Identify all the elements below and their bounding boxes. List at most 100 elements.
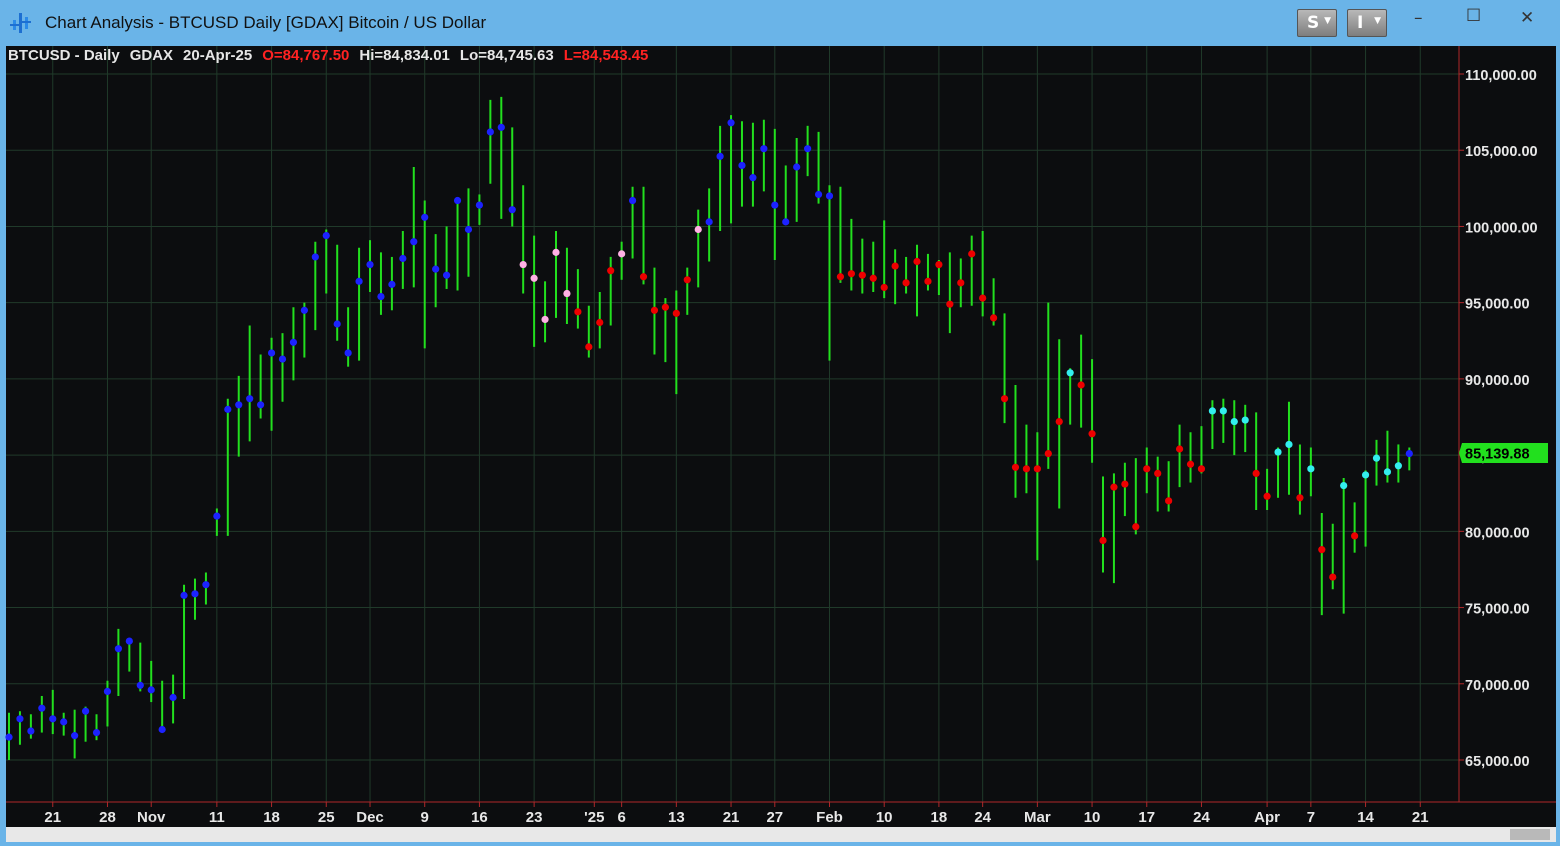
close-dot-blue — [410, 238, 418, 246]
close-dot-red — [902, 279, 910, 287]
close-dot-pink — [519, 260, 527, 269]
close-dot-cyan — [1383, 468, 1392, 476]
x-tick-label: 7 — [1307, 809, 1315, 826]
close-dot-red — [1197, 465, 1206, 473]
close-dot-blue — [464, 225, 473, 234]
close-dot-pink — [618, 250, 626, 258]
close-dot-red — [1296, 494, 1304, 502]
close-dot-blue — [202, 581, 210, 589]
close-dot-red — [585, 343, 593, 351]
last-value: L=84,543.45 — [563, 47, 649, 64]
close-dot-red — [1351, 532, 1359, 540]
close-dot-red — [1000, 395, 1009, 403]
close-dot-blue — [399, 254, 407, 263]
close-dot-red — [1175, 445, 1184, 453]
close-dot-blue — [60, 718, 68, 726]
close-dot-red — [880, 283, 888, 292]
close-dot-blue — [38, 704, 46, 712]
close-dot-red — [1099, 536, 1107, 545]
close-dot-red — [1186, 460, 1195, 468]
close-dot-blue — [5, 733, 13, 741]
close-dot-blue — [738, 161, 746, 170]
close-dot-blue — [311, 253, 319, 261]
x-tick-label: 11 — [209, 809, 225, 826]
close-dot-blue — [782, 218, 790, 226]
close-dot-red — [1055, 417, 1063, 426]
close-dot-red — [968, 250, 976, 258]
close-dot-red — [672, 309, 680, 317]
close-dot-blue — [125, 637, 133, 645]
x-tick-label: Nov — [137, 809, 166, 826]
close-dot-red — [979, 294, 987, 302]
close-dot-blue — [716, 152, 724, 160]
x-tick-label: 23 — [526, 809, 543, 826]
close-dot-blue — [508, 206, 516, 214]
close-dot-blue — [322, 231, 330, 240]
close-dot-blue — [246, 395, 254, 403]
close-dot-blue — [344, 349, 352, 357]
close-dot-blue — [213, 512, 221, 520]
close-dot-blue — [497, 123, 505, 131]
x-tick-label: Apr — [1254, 809, 1280, 826]
open-value: O=84,767.50 — [262, 47, 350, 64]
close-dot-red — [607, 267, 615, 275]
close-dot-red — [574, 308, 582, 316]
close-dot-blue — [705, 218, 713, 226]
scrollbar-thumb[interactable] — [1510, 829, 1550, 840]
close-dot-blue — [825, 192, 834, 200]
close-dot-red — [1263, 492, 1271, 500]
x-tick-label: 24 — [1193, 809, 1210, 826]
x-tick-label: 10 — [876, 809, 893, 826]
y-tick-label: 80,000.00 — [1465, 525, 1530, 541]
close-dot-red — [1154, 469, 1162, 478]
horizontal-scrollbar[interactable] — [6, 827, 1556, 842]
x-tick-label: 16 — [471, 809, 488, 826]
close-dot-blue — [453, 196, 462, 205]
close-dot-red — [1252, 469, 1260, 478]
x-tick-label: 28 — [99, 809, 116, 826]
x-axis: 21 28 Nov 11 18 25 Dec 9 16 23 '25 6 13 21 27 Feb 10 18 24… — [44, 802, 1429, 826]
close-dot-blue — [333, 320, 341, 328]
x-tick-label: Dec — [356, 809, 384, 826]
close-dot-red — [650, 306, 659, 314]
close-dot-blue — [235, 401, 243, 409]
close-dot-red — [1077, 381, 1085, 389]
price-chart[interactable]: 65,000.0070,000.0075,000.0080,000.0085,0… — [0, 0, 1560, 846]
close-dot-blue — [16, 715, 24, 723]
close-dot-blue — [71, 732, 79, 740]
close-dot-blue — [377, 292, 385, 301]
close-dot-red — [990, 314, 998, 322]
close-dot-red — [1110, 483, 1118, 491]
close-dot-blue — [278, 355, 287, 363]
low-value: Lo=84,745.63 — [459, 47, 554, 64]
close-dot-blue — [771, 201, 779, 209]
close-dot-pink — [552, 248, 560, 256]
close-dot-pink — [694, 225, 702, 234]
close-dot-blue — [814, 190, 823, 199]
close-dot-blue — [727, 119, 735, 127]
y-tick-label: 90,000.00 — [1465, 373, 1530, 389]
close-dot-blue — [289, 338, 298, 346]
close-dot-blue — [169, 693, 177, 702]
grid-lines — [6, 46, 1459, 802]
date-label: 20-Apr-25 — [183, 47, 253, 64]
x-tick-label: '25 — [584, 809, 604, 826]
y-tick-label: 95,000.00 — [1465, 297, 1530, 313]
close-dot-blue — [749, 174, 757, 182]
y-tick-label: 110,000.00 — [1465, 68, 1537, 84]
x-tick-label: 25 — [318, 809, 335, 826]
close-dot-blue — [147, 686, 155, 694]
close-dot-red — [836, 273, 845, 281]
close-dot-blue — [27, 727, 35, 735]
close-dot-red — [935, 260, 943, 269]
x-tick-label: Feb — [816, 809, 843, 826]
x-tick-label: 14 — [1357, 809, 1374, 826]
high-value: Hi=84,834.01 — [359, 47, 450, 64]
close-dot-blue — [191, 590, 199, 598]
close-dot-blue — [760, 145, 768, 153]
x-tick-label: 27 — [766, 809, 783, 826]
close-dot-blue — [443, 271, 451, 279]
close-dot-pink — [563, 289, 571, 298]
close-dot-red — [1165, 497, 1173, 505]
chart-header: BTCUSD - Daily GDAX 20-Apr-25 O=84,767.5… — [8, 47, 648, 64]
